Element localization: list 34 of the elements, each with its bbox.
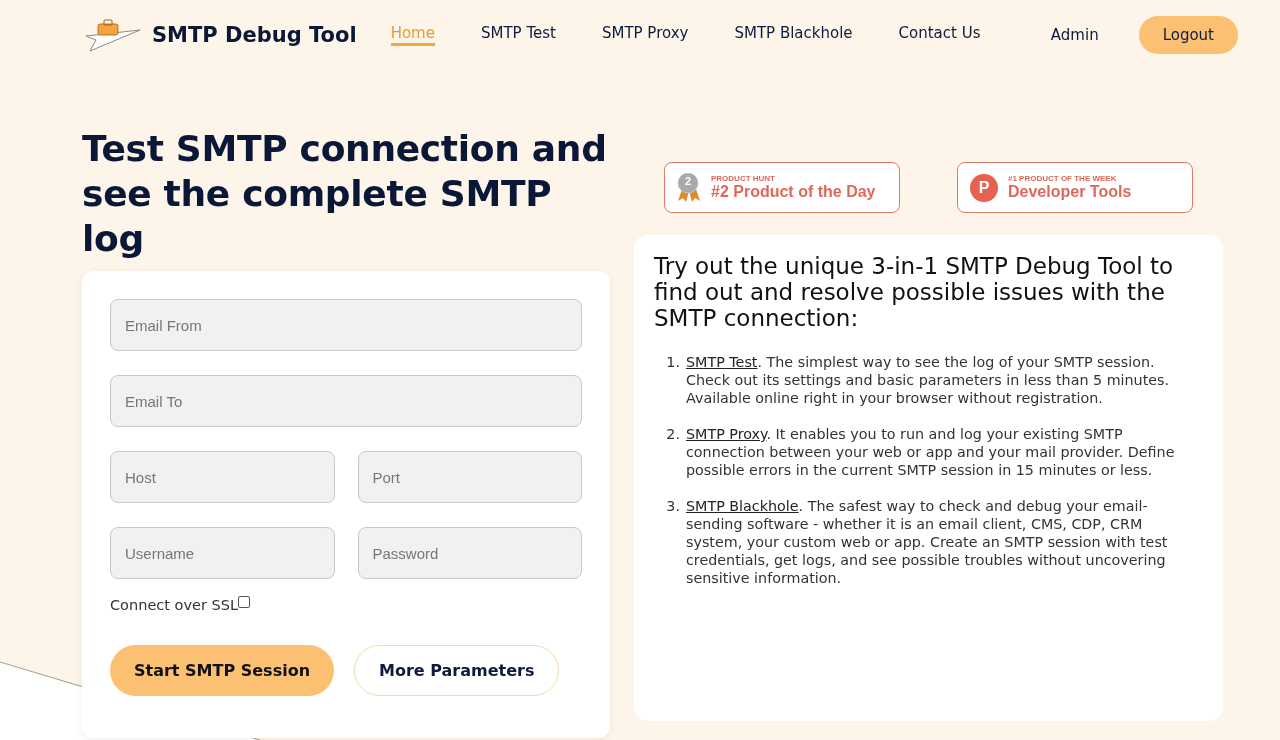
badge-title: Developer Tools [1008,183,1132,201]
paper-plane-icon [84,18,142,52]
feature-link[interactable]: SMTP Blackhole [686,498,799,514]
input-field[interactable]: Email From [110,299,582,351]
brand-name: SMTP Debug Tool [152,23,357,47]
input-field[interactable]: Email To [110,375,582,427]
feature-description: SMTP Proxy. It enables you to run and log your existing SMTP connection between your web or app and your mail provider. Define possible errors in the current SMTP session in 15 minutes or less. [686,425,1176,479]
hero-title: Test SMTP connection and see the complete SMTP log [82,127,608,261]
input-field[interactable]: Username [110,527,335,579]
logout-button[interactable]: Logout [1138,16,1238,54]
list-number: 2. [665,425,680,444]
nav-link[interactable]: SMTP Blackhole [734,24,853,46]
badge-title: #2 Product of the Day [711,183,876,201]
logo-icon: P [970,173,998,202]
list-number: 3. [665,497,680,516]
list-number: 1. [665,353,680,372]
badge-caption: #1 PRODUCT OF THE WEEK [1008,174,1118,183]
feature-link[interactable]: SMTP Test [686,354,758,370]
feature-link[interactable]: SMTP Proxy [686,426,767,442]
more-parameters-button[interactable]: More Parameters [354,645,560,696]
feature-description: SMTP Blackhole. The safest way to check and debug your email-sending software - whether it is an email client, CMS, CDP, CRM system, your custom web or app. Create an SMTP session with test credentials, get logs, and see possible troubles without uncovering sensitive information. [686,497,1169,587]
input-field[interactable]: Host [110,451,335,503]
input-field[interactable]: Password [357,527,582,579]
nav-link[interactable]: SMTP Test [480,24,556,46]
ssl-label: Connect over SSL [110,597,238,613]
input-field[interactable]: Port [357,451,582,503]
feature-description: SMTP Test. The simplest way to see the log of your SMTP session. Check out its settings and basic parameters in less than 5 minutes. Available online right in your browser without registration. [686,353,1171,407]
nav-link[interactable]: SMTP Proxy [601,24,689,46]
start-session-button[interactable]: Start SMTP Session [110,645,335,696]
admin-link[interactable]: Admin [1050,26,1099,44]
info-title: Try out the unique 3-in-1 SMTP Debug Tool to find out and resolve possible issues with the SMTP connection: [654,253,1175,331]
nav-link[interactable]: Contact Us [898,24,981,46]
ssl-checkbox[interactable] [238,596,250,608]
badge-caption: PRODUCT HUNT [711,174,776,183]
